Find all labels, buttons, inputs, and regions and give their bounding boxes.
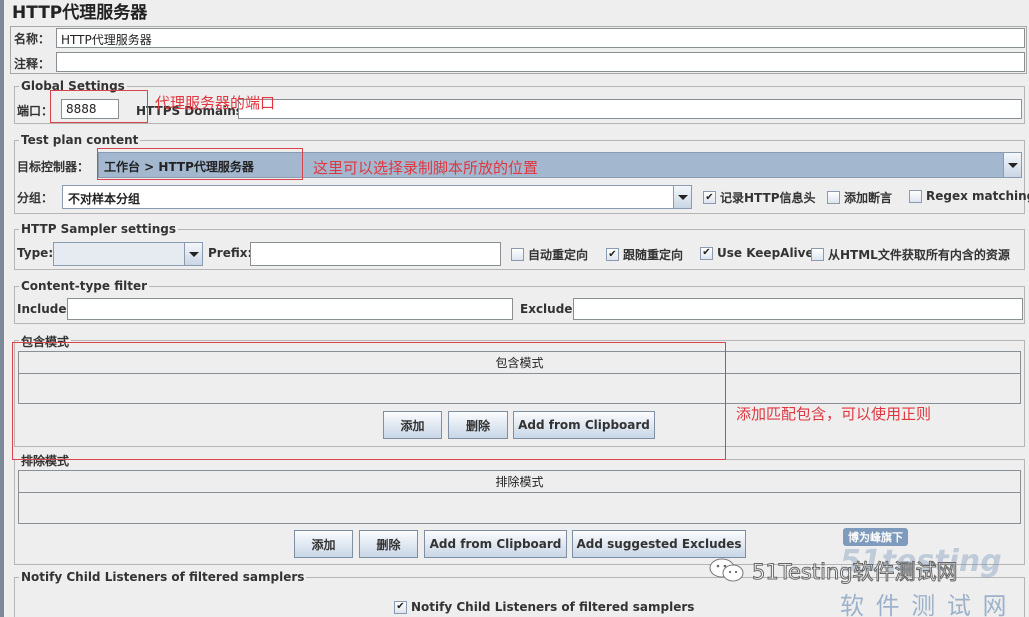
wechat-icon bbox=[708, 557, 746, 583]
exclude-add-from-clipboard-button[interactable]: Add from Clipboard bbox=[424, 530, 567, 558]
add-assertions-checkbox[interactable]: 添加断言 bbox=[827, 189, 892, 206]
type-value bbox=[54, 243, 184, 265]
checkbox-checked-icon: ✔ bbox=[394, 600, 407, 614]
content-type-filter-title: Content-type filter bbox=[19, 279, 149, 293]
include-patterns-title: 包含模式 bbox=[19, 333, 72, 350]
target-controller-value: 工作台 > HTTP代理服务器 bbox=[104, 160, 254, 174]
page-title: HTTP代理服务器 bbox=[12, 3, 148, 23]
checkbox-unchecked-icon bbox=[511, 248, 524, 261]
exclude-delete-button[interactable]: 删除 bbox=[359, 530, 418, 558]
https-domains-input[interactable] bbox=[238, 99, 1022, 119]
checkbox-checked-icon: ✔ bbox=[700, 246, 713, 260]
port-input[interactable]: 8888 bbox=[61, 99, 119, 119]
prefix-input[interactable] bbox=[250, 242, 501, 266]
include-patterns-column-header[interactable]: 包含模式 bbox=[19, 352, 1020, 374]
chevron-down-icon[interactable] bbox=[1003, 153, 1021, 177]
target-controller-label: 目标控制器： bbox=[17, 160, 90, 174]
comment-input[interactable] bbox=[56, 52, 1025, 72]
name-input[interactable]: HTTP代理服务器 bbox=[56, 28, 1025, 48]
prefix-label: Prefix: bbox=[208, 246, 253, 260]
include-add-from-clipboard-button[interactable]: Add from Clipboard bbox=[513, 411, 655, 439]
comment-label: 注释： bbox=[14, 57, 51, 71]
target-controller-select[interactable]: 工作台 > HTTP代理服务器 bbox=[98, 152, 1022, 178]
checkbox-checked-icon: ✔ bbox=[606, 248, 619, 261]
type-label: Type: bbox=[17, 246, 54, 260]
include-patterns-table[interactable]: 包含模式 bbox=[18, 351, 1021, 404]
watermark-cn-text: 软 件 测 试 网 bbox=[840, 592, 1009, 617]
http-sampler-settings-title: HTTP Sampler settings bbox=[19, 222, 178, 236]
type-select[interactable] bbox=[53, 242, 203, 266]
exclude-patterns-table[interactable]: 排除模式 bbox=[18, 470, 1021, 524]
include-annotation: 添加匹配包含，可以使用正则 bbox=[736, 405, 932, 423]
left-border bbox=[0, 0, 4, 617]
port-label: 端口： bbox=[17, 104, 54, 118]
record-http-headers-checkbox[interactable]: ✔ 记录HTTP信息头 bbox=[703, 189, 816, 206]
exclude-label: Exclude: bbox=[520, 302, 578, 316]
name-label: 名称： bbox=[14, 32, 51, 46]
exclude-input[interactable] bbox=[573, 298, 1023, 320]
grouping-label: 分组： bbox=[17, 191, 54, 205]
target-annotation: 这里可以选择录制脚本所放的位置 bbox=[313, 159, 539, 177]
exclude-patterns-column-header[interactable]: 排除模式 bbox=[19, 471, 1020, 493]
retrieve-embedded-resources-checkbox[interactable]: 从HTML文件获取所有内含的资源 bbox=[811, 246, 1010, 263]
test-plan-content-title: Test plan content bbox=[19, 133, 141, 147]
chevron-down-icon[interactable] bbox=[673, 186, 691, 208]
exclude-add-button[interactable]: 添加 bbox=[294, 530, 353, 558]
exclude-patterns-title: 排除模式 bbox=[19, 452, 72, 469]
include-add-button[interactable]: 添加 bbox=[383, 411, 442, 439]
follow-redirects-checkbox[interactable]: ✔ 跟随重定向 bbox=[606, 246, 683, 263]
add-suggested-excludes-button[interactable]: Add suggested Excludes bbox=[572, 530, 746, 558]
grouping-value: 不对样本分组 bbox=[68, 192, 141, 206]
include-delete-button[interactable]: 删除 bbox=[448, 411, 508, 439]
port-annotation: 代理服务器的端口 bbox=[155, 94, 276, 112]
checkbox-unchecked-icon bbox=[827, 191, 840, 204]
watermark-wechat-text: 51Testing软件测试网 bbox=[752, 560, 959, 585]
notify-child-listeners-title: Notify Child Listeners of filtered sampl… bbox=[19, 570, 307, 584]
include-input[interactable] bbox=[67, 298, 513, 320]
auto-redirect-checkbox[interactable]: 自动重定向 bbox=[511, 246, 588, 263]
use-keepalive-checkbox[interactable]: ✔ Use KeepAlive bbox=[700, 246, 814, 260]
checkbox-unchecked-icon bbox=[909, 189, 922, 203]
checkbox-unchecked-icon bbox=[811, 248, 824, 261]
include-label: Include: bbox=[17, 302, 72, 316]
grouping-select[interactable]: 不对样本分组 bbox=[62, 185, 692, 209]
checkbox-checked-icon: ✔ bbox=[703, 191, 716, 204]
notify-child-listeners-checkbox[interactable]: ✔ Notify Child Listeners of filtered samp… bbox=[394, 600, 694, 614]
chevron-down-icon[interactable] bbox=[184, 243, 202, 265]
regex-matching-checkbox[interactable]: Regex matching bbox=[909, 189, 1029, 203]
global-settings-title: Global Settings bbox=[19, 79, 127, 93]
